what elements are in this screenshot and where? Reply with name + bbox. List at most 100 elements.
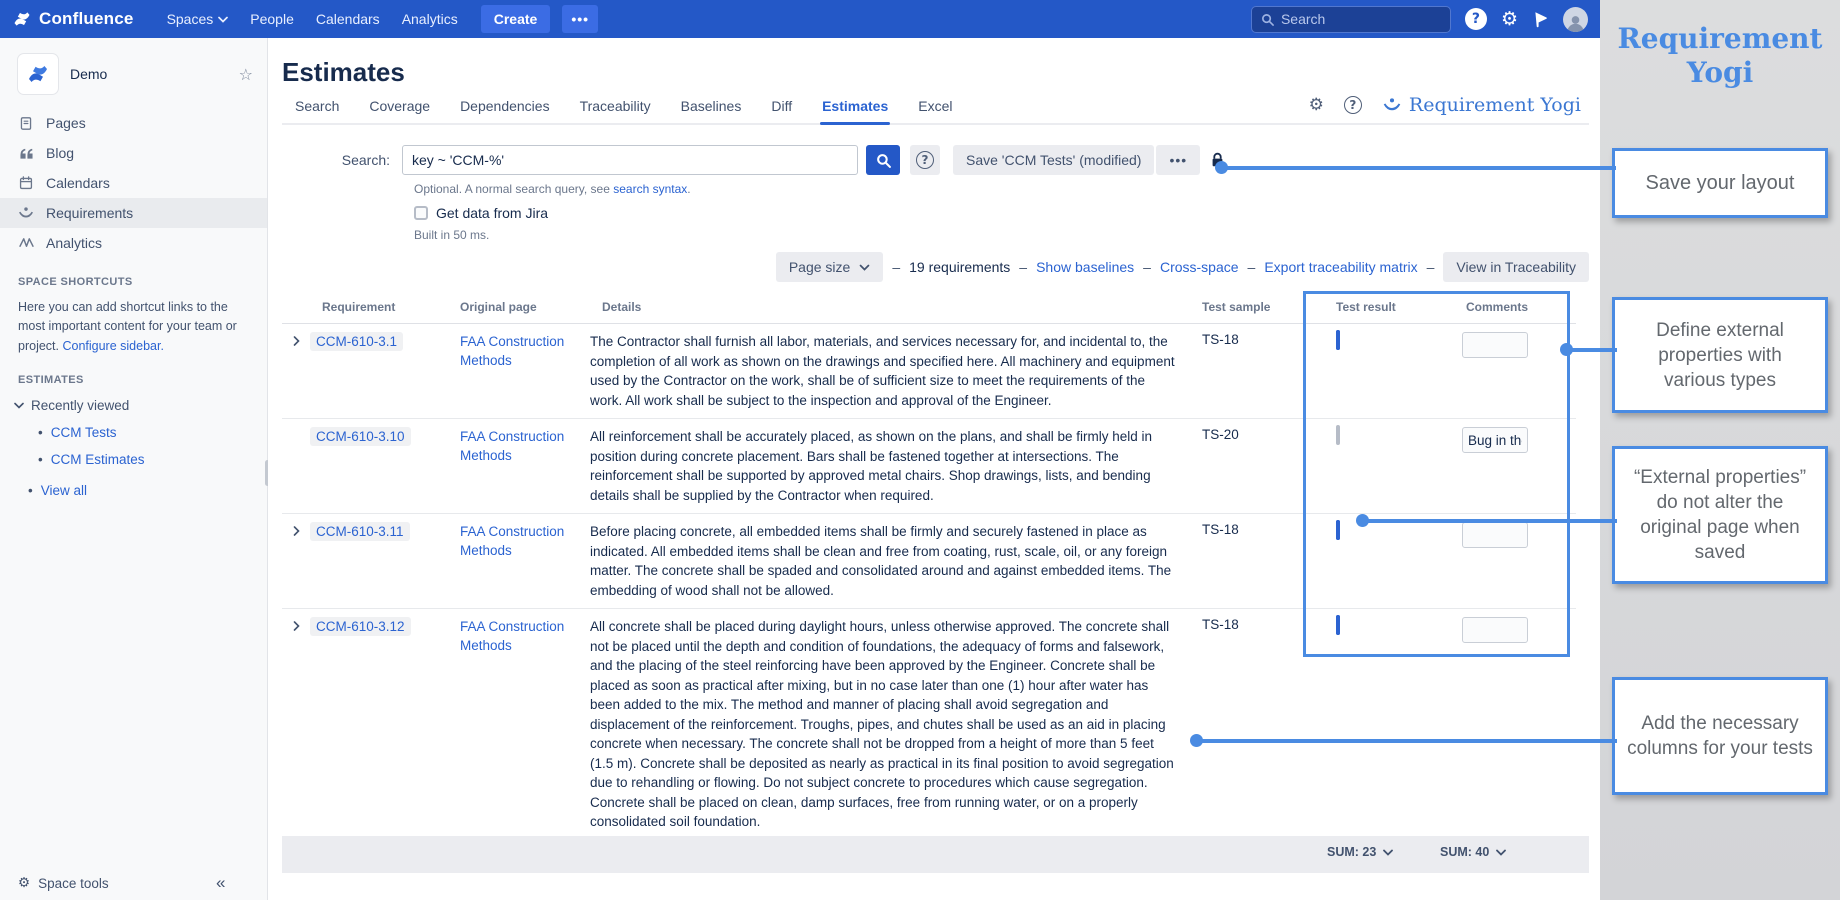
avatar[interactable] (1563, 6, 1588, 32)
tab-baselines[interactable]: Baselines (681, 98, 742, 114)
query-help-button[interactable]: ? (910, 145, 940, 175)
help-icon[interactable]: ? (1464, 8, 1487, 30)
test-result-checkbox[interactable] (1336, 615, 1340, 635)
requirement-key-link[interactable]: CCM-610-3.12 (310, 617, 411, 636)
view-in-traceability-button[interactable]: View in Traceability (1443, 252, 1589, 282)
save-more-button[interactable]: ••• (1156, 145, 1201, 175)
settings-gear-icon[interactable]: ⚙ (1309, 95, 1324, 115)
space-tools[interactable]: ⚙ Space tools (18, 875, 109, 891)
callout-save-layout: Save your layout (1612, 148, 1828, 218)
main-content: Estimates Search Coverage Dependencies T… (268, 38, 1600, 900)
pages-icon (18, 116, 34, 131)
sidebar-item-requirements[interactable]: Requirements (0, 198, 267, 228)
gear-icon: ⚙ (18, 875, 31, 891)
sum-comments-dropdown[interactable]: SUM: 40 (1440, 845, 1507, 859)
table-footer: SUM: 23 SUM: 40 (282, 836, 1589, 873)
recent-item-link[interactable]: CCM Tests (51, 425, 117, 440)
save-layout-button[interactable]: Save 'CCM Tests' (modified) (953, 145, 1155, 175)
jira-checkbox[interactable] (414, 206, 428, 220)
confluence-brand[interactable]: Confluence (12, 9, 134, 29)
page-size-dropdown[interactable]: Page size (775, 252, 884, 282)
comment-input[interactable] (1462, 522, 1528, 548)
cross-space-link[interactable]: Cross-space (1160, 259, 1239, 275)
original-page-link[interactable]: FAA Construction Methods (444, 522, 590, 560)
configure-sidebar-link[interactable]: Configure sidebar. (62, 339, 163, 353)
comment-input[interactable] (1462, 617, 1528, 643)
expand-row-icon[interactable] (282, 522, 310, 536)
callout-external-properties: Define external properties with various … (1612, 297, 1828, 413)
collapse-sidebar-button[interactable]: « (216, 873, 225, 893)
global-search[interactable] (1250, 5, 1451, 33)
requirement-key-link[interactable]: CCM-610-3.1 (310, 332, 404, 351)
promo-panel: Requirement Yogi Save your layout Define… (1600, 0, 1840, 900)
show-baselines-link[interactable]: Show baselines (1036, 259, 1134, 275)
nav-item-people[interactable]: People (250, 11, 294, 27)
view-all[interactable]: • View all (28, 483, 249, 498)
sidebar-item-calendars[interactable]: Calendars (0, 168, 267, 198)
requirement-key-link[interactable]: CCM-610-3.11 (310, 522, 410, 541)
separator: – (1143, 259, 1151, 275)
sidebar-item-analytics[interactable]: Analytics (0, 228, 267, 258)
test-result-checkbox[interactable] (1336, 520, 1340, 540)
recent-item-ccm-estimates[interactable]: • CCM Estimates (38, 452, 249, 467)
chevron-down-icon (218, 16, 229, 23)
requirement-yogi-link[interactable]: Requirement Yogi (1382, 94, 1581, 116)
nav-item-calendars[interactable]: Calendars (316, 11, 380, 27)
expand-row-icon[interactable] (282, 332, 310, 346)
requirement-yogi-label: Requirement Yogi (1408, 94, 1581, 116)
separator: – (1426, 259, 1435, 275)
tab-diff[interactable]: Diff (771, 98, 792, 114)
requirement-key-link[interactable]: CCM-610-3.10 (310, 427, 411, 446)
sidebar-item-blog[interactable]: Blog (0, 138, 267, 168)
header-comments: Comments (1466, 299, 1529, 314)
original-page-link[interactable]: FAA Construction Methods (444, 427, 590, 465)
search-syntax-link[interactable]: search syntax (613, 182, 687, 196)
nav-item-analytics[interactable]: Analytics (402, 11, 458, 27)
expand-row-icon[interactable] (282, 617, 310, 631)
view-all-link[interactable]: View all (41, 483, 87, 498)
help-circle-icon[interactable]: ? (1343, 96, 1362, 114)
callout-add-columns: Add the necessary columns for your tests (1612, 677, 1828, 795)
sidebar-item-label: Blog (46, 145, 75, 161)
test-sample-value: TS-18 (1202, 332, 1239, 347)
header-test-result: Test result (1336, 299, 1396, 314)
star-icon[interactable]: ☆ (239, 65, 253, 84)
callout-no-alter-page: “External properties” do not alter the o… (1612, 446, 1828, 584)
global-search-input[interactable] (1280, 11, 1431, 27)
test-result-checkbox[interactable] (1336, 425, 1340, 445)
gear-icon[interactable]: ⚙ (1501, 9, 1518, 29)
tab-coverage[interactable]: Coverage (369, 98, 430, 114)
table-row: CCM-610-3.10 FAA Construction Methods Al… (282, 419, 1576, 514)
run-search-button[interactable] (866, 145, 900, 175)
original-page-link[interactable]: FAA Construction Methods (444, 617, 590, 655)
space-name: Demo (70, 66, 108, 82)
tab-dependencies[interactable]: Dependencies (460, 98, 550, 114)
separator: – (1019, 259, 1028, 275)
test-result-checkbox[interactable] (1336, 330, 1340, 350)
confluence-logo-icon (12, 9, 32, 29)
query-input[interactable] (402, 145, 858, 175)
original-page-link[interactable]: FAA Construction Methods (444, 332, 590, 370)
blog-icon (18, 147, 34, 160)
recent-item-ccm-tests[interactable]: • CCM Tests (38, 425, 249, 440)
tab-search[interactable]: Search (295, 98, 339, 114)
tab-estimates[interactable]: Estimates (820, 98, 891, 125)
nav-more-button[interactable]: ••• (562, 5, 599, 33)
requirements-table: Requirement Original page Details Test s… (282, 290, 1589, 836)
recently-viewed-toggle[interactable]: Recently viewed (14, 398, 249, 413)
sidebar-item-label: Requirements (46, 205, 134, 221)
requirement-yogi-icon (18, 206, 34, 220)
comment-input[interactable] (1462, 332, 1528, 358)
sidebar-item-pages[interactable]: Pages (0, 108, 267, 138)
recent-item-link[interactable]: CCM Estimates (51, 452, 145, 467)
test-sample-value: TS-18 (1202, 522, 1239, 537)
notification-flag-icon[interactable] (1532, 11, 1549, 28)
nav-item-spaces[interactable]: Spaces (167, 11, 229, 27)
comment-input[interactable] (1462, 427, 1528, 453)
sum-test-result-dropdown[interactable]: SUM: 23 (1327, 845, 1394, 859)
create-button[interactable]: Create (480, 5, 551, 33)
export-traceability-link[interactable]: Export traceability matrix (1264, 259, 1417, 275)
tab-traceability[interactable]: Traceability (580, 98, 651, 114)
tab-excel[interactable]: Excel (918, 98, 952, 114)
sidebar-item-label: Pages (46, 115, 86, 131)
